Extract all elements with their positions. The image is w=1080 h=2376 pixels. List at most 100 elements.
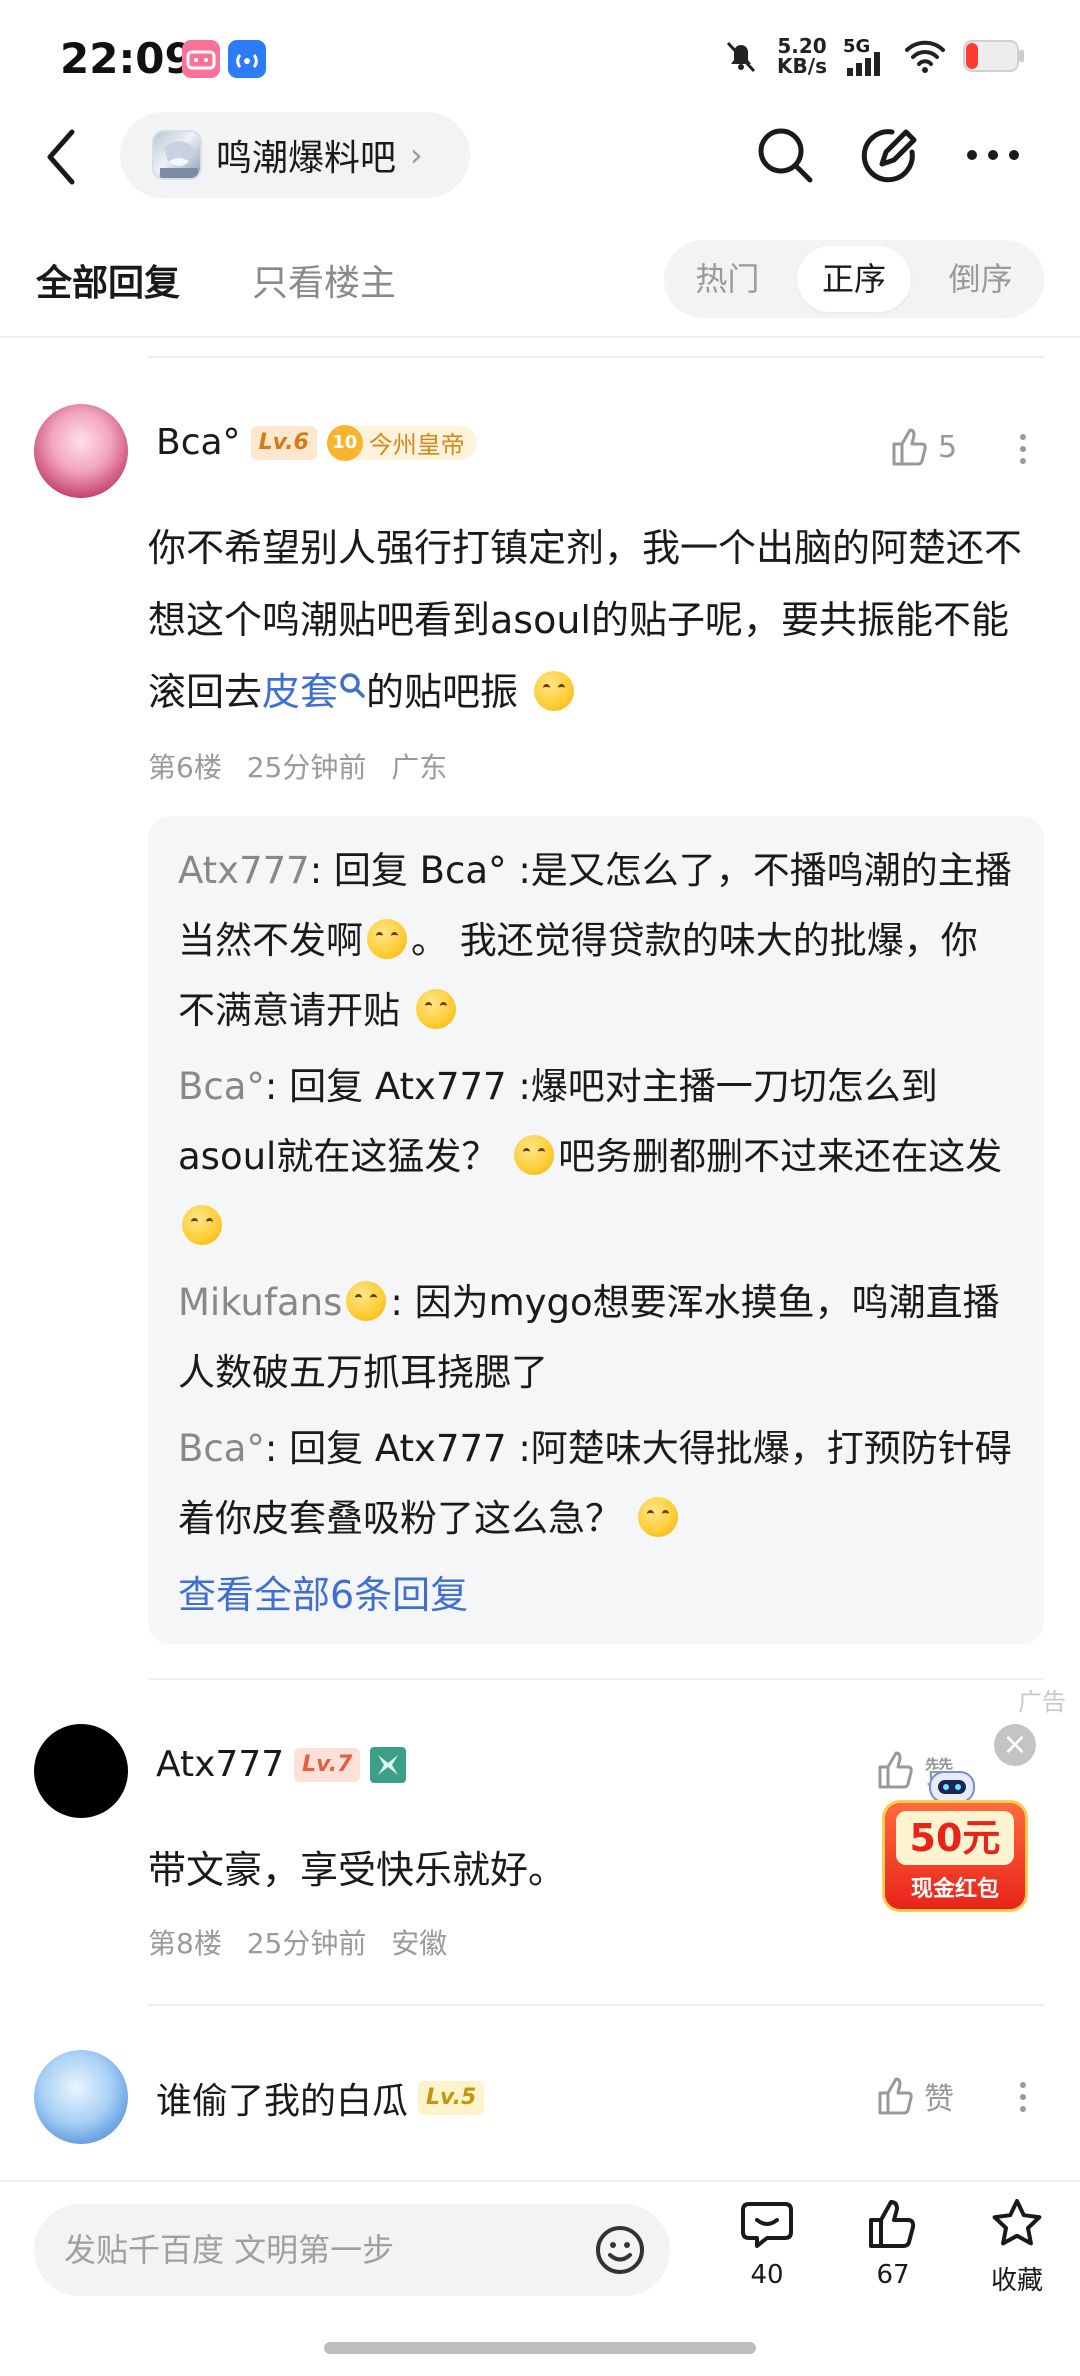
- like-count: 5: [938, 429, 958, 465]
- thumb-up-icon: [892, 428, 927, 466]
- emoji-icon: [514, 1135, 555, 1175]
- comment-text: 你不希望别人强行打镇定剂，我一个出脑的阿楚还不想这个鸣潮贴吧看到asoul的贴子…: [148, 526, 1023, 714]
- chevron-right-icon: ›: [410, 136, 423, 174]
- star-icon: [992, 2199, 1042, 2246]
- ad-close-button[interactable]: ×: [994, 1724, 1036, 1766]
- sort-hot[interactable]: 热门: [670, 246, 785, 312]
- divider: [148, 1678, 1044, 1680]
- divider: [0, 336, 1080, 338]
- back-arrow-icon: [47, 129, 75, 185]
- sort-segmented-control: 热门 正序 倒序: [664, 240, 1044, 318]
- reply-item[interactable]: Mikufans: 因为mygo想要浑水摸鱼，鸣潮直播人数破五万抓耳挠腮了: [178, 1268, 1014, 1408]
- username[interactable]: 谁偷了我的白瓜: [156, 2072, 408, 2124]
- red-packet-ad[interactable]: 50元 现金红包: [882, 1771, 1028, 1912]
- like-button[interactable]: 5: [890, 426, 957, 468]
- level-badge: Lv.6: [250, 425, 317, 460]
- tag-link[interactable]: 皮套: [262, 670, 366, 714]
- like-label: 赞: [924, 2082, 954, 2117]
- divider: [148, 356, 1044, 358]
- ad-amount: 50元: [896, 1811, 1014, 1865]
- divider: [148, 2004, 1044, 2006]
- status-indicators: 5.20 KB/s 5G: [721, 36, 1025, 76]
- comment-header: Bca° Lv.6 10 今州皇帝: [156, 422, 477, 463]
- username[interactable]: Bca°: [156, 422, 241, 463]
- avatar[interactable]: [34, 404, 128, 498]
- reply-input[interactable]: [64, 2204, 584, 2296]
- emoji-icon: [415, 989, 456, 1029]
- reply-thread[interactable]: Atx777: 回复 Bca° :是又怎么了，不播鸣潮的主播当然不发啊。 我还觉…: [148, 816, 1044, 1644]
- username[interactable]: Atx777: [156, 1744, 284, 1785]
- reply-author[interactable]: Bca°: [178, 1065, 265, 1108]
- tab-all-replies[interactable]: 全部回复: [36, 254, 180, 306]
- reply-author[interactable]: Atx777: [178, 849, 310, 892]
- wifi-icon: [905, 40, 945, 73]
- favorite-label: 收藏: [990, 2266, 1043, 2296]
- level-badge: Lv.5: [418, 2081, 485, 2115]
- like-post-button[interactable]: 67: [838, 2196, 948, 2290]
- search-button[interactable]: [752, 122, 818, 188]
- emoji-icon: [182, 1205, 222, 1245]
- edit-icon: [861, 129, 917, 183]
- comment-more-button[interactable]: [1018, 2076, 1028, 2118]
- reply-author[interactable]: Mikufans: [178, 1281, 342, 1324]
- post-time: 25分钟前: [246, 1927, 367, 1960]
- emoji-icon: [346, 1281, 387, 1321]
- location: 安徽: [391, 1927, 448, 1960]
- level-badge: Lv.7: [294, 1747, 361, 1782]
- comments-count: 40: [750, 2260, 784, 2290]
- title-badge: 10 今州皇帝: [326, 424, 477, 461]
- badge-num-icon: 10: [326, 424, 363, 461]
- medal-icon: [370, 1746, 407, 1783]
- emoji-icon: [637, 1497, 678, 1537]
- edit-button[interactable]: [856, 122, 922, 188]
- ad-label: 广告: [1018, 1688, 1066, 1716]
- reply-input-pill[interactable]: [34, 2204, 670, 2296]
- comments-button[interactable]: 40: [712, 2196, 822, 2290]
- comment-text: 带文豪，享受快乐就好。: [148, 1848, 567, 1892]
- ad-label-text: 现金红包: [910, 1877, 999, 1902]
- forum-avatar: [152, 130, 202, 180]
- home-indicator[interactable]: [324, 2342, 756, 2354]
- net-speed: 5.20 KB/s: [777, 34, 827, 78]
- emoji-icon[interactable]: [594, 2224, 646, 2276]
- status-time: 22:09: [60, 34, 194, 83]
- comment-icon: [741, 2202, 793, 2248]
- badge-title: 今州皇帝: [368, 431, 465, 459]
- back-button[interactable]: [40, 122, 90, 192]
- comment-meta: 第6楼 25分钟前 广东: [148, 746, 463, 786]
- sort-descending[interactable]: 倒序: [923, 246, 1038, 312]
- emoji-icon: [534, 671, 575, 711]
- search-icon: [340, 673, 365, 698]
- ad-red-packet: 50元 现金红包: [882, 1800, 1028, 1912]
- favorite-button[interactable]: 收藏: [962, 2196, 1072, 2297]
- floor-number: 第6楼: [148, 751, 222, 784]
- avatar[interactable]: [34, 1724, 128, 1818]
- comment-header: 谁偷了我的白瓜 Lv.5: [156, 2072, 485, 2124]
- signal-indicator: 5G: [843, 36, 887, 76]
- bilibili-app-icon: [182, 40, 220, 78]
- search-icon: [758, 128, 813, 183]
- like-button[interactable]: 赞: [876, 2074, 954, 2118]
- likes-count: 67: [876, 2260, 910, 2290]
- reply-item[interactable]: Atx777: 回复 Bca° :是又怎么了，不播鸣潮的主播当然不发啊。 我还觉…: [178, 836, 1014, 1046]
- thumb-up-icon: [869, 2200, 916, 2248]
- comment-header: Atx777 Lv.7: [156, 1744, 407, 1785]
- post-time: 25分钟前: [246, 751, 367, 784]
- battery-icon: [963, 40, 1024, 72]
- tab-op-only[interactable]: 只看楼主: [252, 254, 396, 306]
- avatar[interactable]: [34, 2050, 128, 2144]
- view-all-replies-link[interactable]: 查看全部6条回复: [178, 1560, 1014, 1630]
- emoji-icon: [367, 919, 407, 959]
- reply-author[interactable]: Bca°: [178, 1427, 265, 1470]
- mute-icon: [726, 41, 756, 73]
- comment-meta: 第8楼 25分钟前 安徽: [148, 1922, 463, 1962]
- thumb-up-icon: [878, 2077, 913, 2115]
- more-icon: [967, 150, 1019, 160]
- more-button[interactable]: [960, 122, 1026, 188]
- forum-name-pill[interactable]: 鸣潮爆料吧 ›: [120, 112, 470, 198]
- sort-ascending[interactable]: 正序: [796, 246, 912, 312]
- comment-more-button[interactable]: [1018, 428, 1028, 470]
- location: 广东: [391, 751, 448, 784]
- reply-item[interactable]: Bca°: 回复 Atx777 :爆吧对主播一刀切怎么到asoul就在这猛发？ …: [178, 1052, 1014, 1262]
- reply-item[interactable]: Bca°: 回复 Atx777 :阿楚味大得批爆，打预防针碍着你皮套叠吸粉了这么…: [178, 1414, 1014, 1554]
